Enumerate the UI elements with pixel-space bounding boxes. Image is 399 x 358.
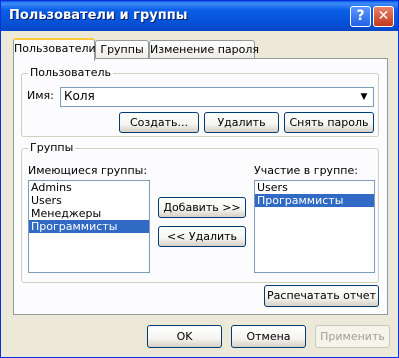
tab-change-password[interactable]: Изменение пароля [149, 40, 259, 59]
dialog-window: Пользователи и группы ? ✕ Пользователи Г… [0, 0, 399, 358]
user-name-combobox[interactable]: Коля ▼ [60, 87, 374, 107]
remove-password-button[interactable]: Снять пароль [284, 112, 374, 133]
apply-button-label: Применить [320, 330, 385, 343]
list-item[interactable]: Users [255, 181, 374, 194]
user-groupbox-legend: Пользователь [28, 66, 114, 79]
apply-button[interactable]: Применить [315, 325, 390, 348]
help-icon: ? [356, 8, 365, 24]
delete-user-button[interactable]: Удалить [204, 112, 279, 133]
create-user-button[interactable]: Создать... [119, 112, 199, 133]
list-item[interactable]: Программисты [255, 194, 374, 207]
help-button[interactable]: ? [350, 6, 371, 27]
ok-button-label: OK [176, 330, 193, 343]
tab-groups[interactable]: Группы [95, 40, 149, 59]
remove-password-button-label: Снять пароль [289, 116, 369, 129]
available-groups-label: Имеющиеся группы: [28, 164, 148, 177]
member-groups-label: Участие в группе: [254, 164, 358, 177]
delete-user-button-label: Удалить [217, 116, 266, 129]
cancel-button-label: Отмена [246, 330, 291, 343]
window-title: Пользователи и группы [9, 8, 188, 23]
tab-change-password-label: Изменение пароля [150, 43, 260, 56]
remove-from-group-button[interactable]: << Удалить [158, 226, 246, 247]
chevron-down-icon[interactable]: ▼ [356, 89, 372, 105]
close-icon: ✕ [377, 8, 390, 24]
member-groups-list[interactable]: Users Программисты [254, 180, 375, 273]
cancel-button[interactable]: Отмена [231, 325, 306, 348]
user-name-value: Коля [64, 89, 95, 103]
close-button[interactable]: ✕ [373, 6, 394, 27]
groups-groupbox: Группы Имеющиеся группы: Admins Users Ме… [21, 141, 379, 283]
add-to-group-button[interactable]: Добавить >> [158, 197, 246, 218]
available-groups-list[interactable]: Admins Users Менеджеры Программисты [28, 180, 150, 273]
create-user-button-label: Создать... [130, 116, 188, 129]
groups-groupbox-legend: Группы [28, 141, 76, 154]
remove-from-group-button-label: << Удалить [166, 230, 238, 243]
tab-groups-label: Группы [100, 43, 144, 56]
print-report-button-label: Распечатать отчет [267, 289, 376, 302]
ok-button[interactable]: OK [147, 325, 222, 348]
user-groupbox: Пользователь Имя: Коля ▼ Создать... Удал… [21, 66, 379, 137]
title-bar[interactable]: Пользователи и группы ? ✕ [1, 1, 398, 31]
tab-users[interactable]: Пользователи [13, 38, 96, 61]
list-item[interactable]: Admins [29, 181, 149, 194]
list-item[interactable]: Users [29, 194, 149, 207]
list-item[interactable]: Программисты [29, 220, 149, 233]
add-to-group-button-label: Добавить >> [163, 201, 241, 214]
list-item[interactable]: Менеджеры [29, 207, 149, 220]
tab-panel-users: Пользователь Имя: Коля ▼ Создать... Удал… [13, 58, 388, 315]
tab-users-label: Пользователи [14, 42, 96, 55]
name-label: Имя: [27, 89, 54, 102]
print-report-button[interactable]: Распечатать отчет [264, 285, 379, 307]
